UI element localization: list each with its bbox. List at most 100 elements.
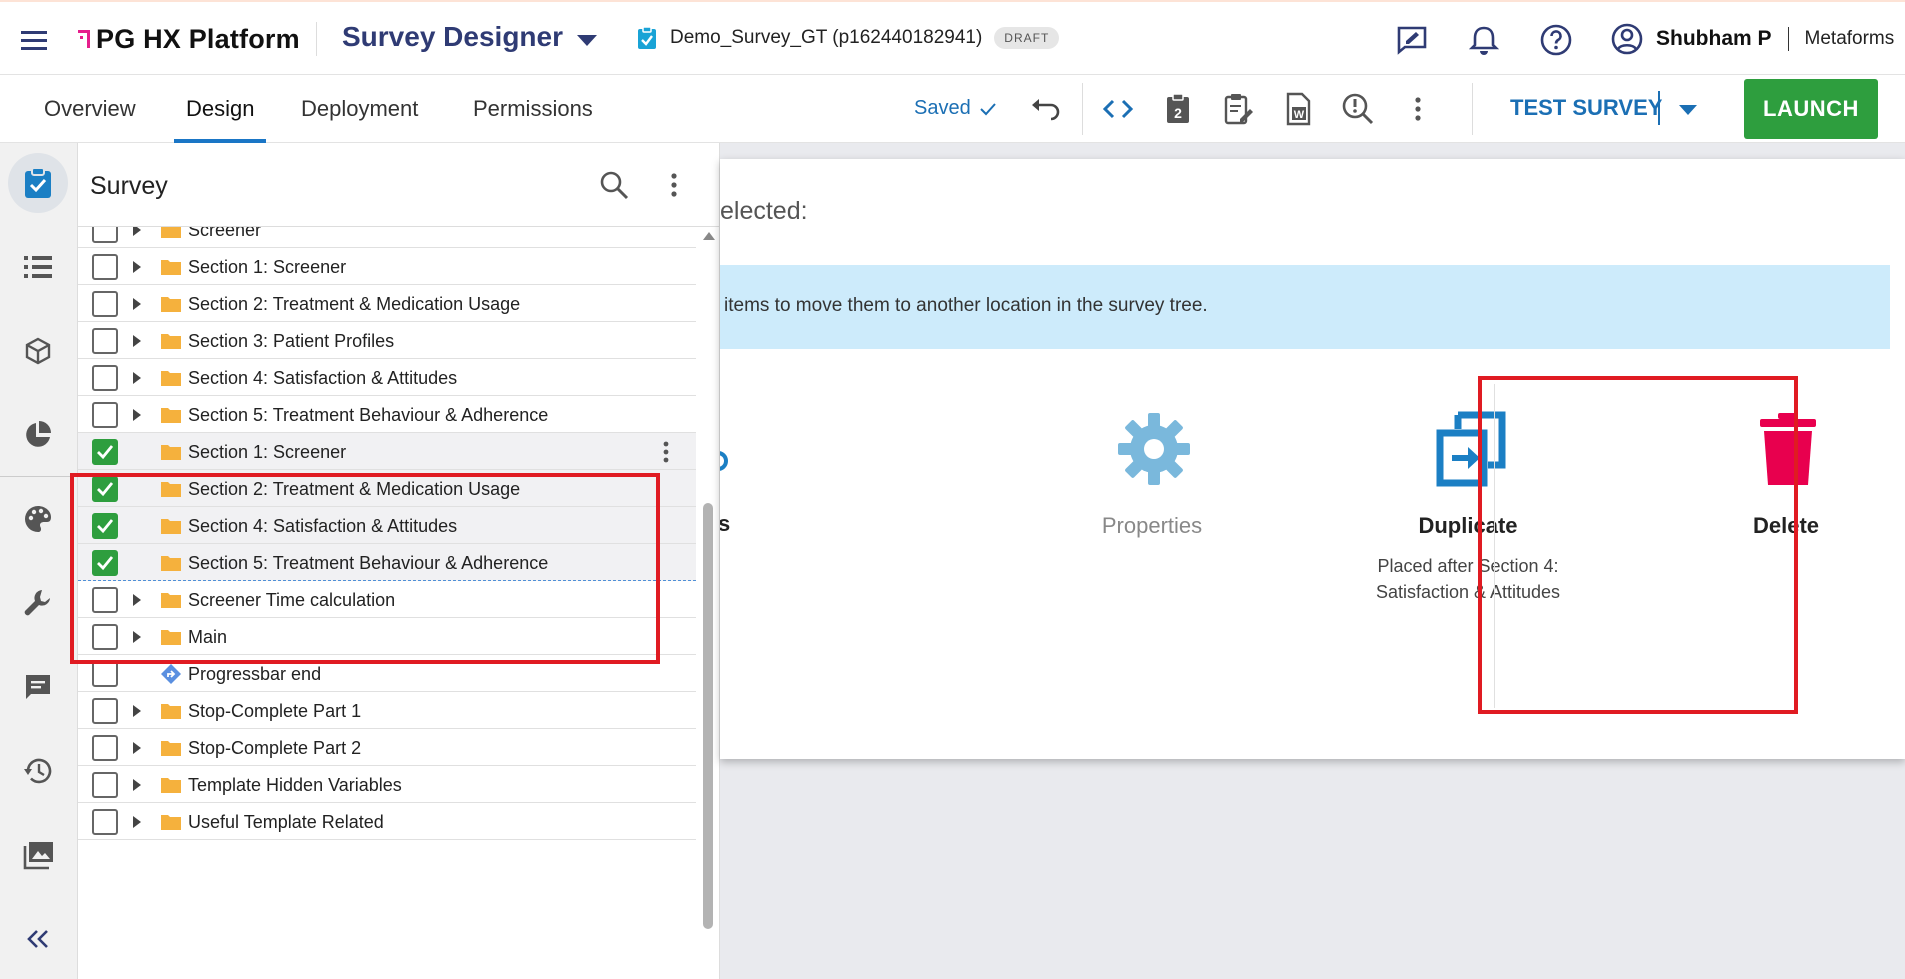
properties-label: Properties: [1101, 513, 1203, 538]
checkbox[interactable]: [92, 327, 118, 354]
folder-icon: [160, 517, 182, 535]
tree-row-label: Screener: [188, 227, 262, 240]
expand-arrow-icon[interactable]: [130, 370, 144, 386]
tree-more-options-icon[interactable]: [656, 167, 692, 203]
tab-deployment[interactable]: Deployment: [301, 75, 418, 143]
expand-arrow-icon[interactable]: [130, 703, 144, 719]
code-view-icon[interactable]: [1100, 91, 1136, 127]
checkbox[interactable]: [92, 586, 118, 613]
collapse-rail-icon[interactable]: [8, 909, 68, 969]
cube-icon[interactable]: [8, 321, 68, 381]
tab-toolbar-row: Overview Design Deployment Permissions S…: [0, 75, 1905, 143]
tree-scrollbar[interactable]: [696, 227, 720, 979]
properties-action[interactable]: Properties: [1002, 379, 1302, 639]
info-banner: items to move them to another location i…: [720, 265, 1890, 349]
app-switcher-chevron-down-icon[interactable]: [574, 32, 600, 48]
checkbox[interactable]: [92, 808, 118, 835]
expand-arrow-icon[interactable]: [130, 407, 144, 423]
checkbox[interactable]: [92, 660, 118, 687]
tree-row[interactable]: Section 1: Screener: [78, 433, 696, 470]
tree-row[interactable]: Screener Time calculation: [78, 581, 696, 618]
more-options-icon[interactable]: [1400, 91, 1436, 127]
word-export-icon[interactable]: W: [1280, 91, 1316, 127]
comments-icon[interactable]: [8, 657, 68, 717]
tree-row[interactable]: Stop-Complete Part 2: [78, 729, 696, 766]
hamburger-menu-icon[interactable]: [18, 24, 50, 56]
survey-tree-icon[interactable]: [8, 153, 68, 213]
expand-arrow-icon[interactable]: [130, 777, 144, 793]
delete-action[interactable]: Delete: [1636, 379, 1905, 639]
checkbox-checked[interactable]: [92, 512, 118, 539]
check-icon: [97, 444, 114, 459]
edit-clipboard-icon[interactable]: [1220, 91, 1256, 127]
tree-row[interactable]: Section 3: Patient Profiles: [78, 322, 696, 359]
media-library-icon[interactable]: [8, 825, 68, 885]
expand-arrow-icon[interactable]: [130, 333, 144, 349]
test-survey-button[interactable]: TEST SURVEY: [1510, 95, 1662, 121]
platform-logo[interactable]: PG HX Platform: [78, 22, 300, 56]
move-action-title[interactable]: s: [720, 511, 730, 537]
scroll-up-arrow-icon[interactable]: [702, 231, 716, 241]
tree-row[interactable]: Section 4: Satisfaction & Attitudes: [78, 507, 696, 544]
tree-row[interactable]: Stop-Complete Part 1: [78, 692, 696, 729]
checkbox[interactable]: [92, 227, 118, 243]
feedback-icon[interactable]: [1394, 22, 1430, 58]
row-more-options-icon[interactable]: [654, 438, 678, 466]
checkbox[interactable]: [92, 401, 118, 428]
checkbox-checked[interactable]: [92, 475, 118, 502]
tab-overview[interactable]: Overview: [44, 75, 136, 143]
expand-arrow-icon[interactable]: [130, 740, 144, 756]
validate-search-icon[interactable]: [1340, 91, 1376, 127]
checkbox[interactable]: [92, 734, 118, 761]
checkbox[interactable]: [92, 697, 118, 724]
checkbox[interactable]: [92, 253, 118, 280]
checkbox[interactable]: [92, 771, 118, 798]
user-menu[interactable]: Shubham P Metaforms: [1610, 22, 1894, 56]
trash-icon: [1760, 413, 1816, 485]
tree-row[interactable]: Section 2: Treatment & Medication Usage: [78, 470, 696, 507]
duplicate-action[interactable]: Duplicate Placed after Section 4: Satisf…: [1318, 379, 1618, 639]
tree-row[interactable]: Useful Template Related: [78, 803, 696, 840]
launch-button[interactable]: LAUNCH: [1744, 79, 1878, 139]
scrollbar-thumb[interactable]: [703, 503, 713, 929]
expand-arrow-icon[interactable]: [130, 592, 144, 608]
expand-arrow-icon[interactable]: [130, 296, 144, 312]
tree-row[interactable]: Screener: [78, 227, 696, 248]
wrench-tools-icon[interactable]: [8, 573, 68, 633]
tree-row[interactable]: Section 5: Treatment Behaviour & Adheren…: [78, 544, 696, 581]
tree-row[interactable]: Section 2: Treatment & Medication Usage: [78, 285, 696, 322]
list-view-icon[interactable]: [8, 237, 68, 297]
folder-icon: [160, 406, 182, 424]
tab-permissions[interactable]: Permissions: [473, 75, 593, 143]
tree-row[interactable]: Section 4: Satisfaction & Attitudes: [78, 359, 696, 396]
checkbox[interactable]: [92, 364, 118, 391]
tree-row-label: Section 5: Treatment Behaviour & Adheren…: [188, 552, 549, 573]
checkbox[interactable]: [92, 290, 118, 317]
checkbox-checked[interactable]: [92, 549, 118, 576]
clipboard-numbered-icon[interactable]: 2: [1160, 91, 1196, 127]
tree-row[interactable]: Template Hidden Variables: [78, 766, 696, 803]
app-name[interactable]: Survey Designer: [342, 21, 563, 53]
expand-arrow-icon[interactable]: [130, 814, 144, 830]
help-icon[interactable]: [1538, 22, 1574, 58]
pie-chart-icon[interactable]: [8, 405, 68, 465]
search-icon[interactable]: [596, 167, 632, 203]
tab-design[interactable]: Design: [173, 75, 268, 143]
survey-chip: Demo_Survey_GT (p162440182941) DRAFT: [636, 26, 1060, 50]
expand-arrow-icon[interactable]: [130, 259, 144, 275]
tree-row[interactable]: Progressbar end: [78, 655, 696, 692]
undo-icon[interactable]: [1028, 91, 1064, 127]
theme-palette-icon[interactable]: [8, 489, 68, 549]
history-icon[interactable]: [8, 741, 68, 801]
bulk-actions-dialog: elected: items to move them to another l…: [720, 159, 1905, 759]
test-survey-chevron-down-icon[interactable]: [1676, 103, 1700, 117]
tree-row[interactable]: Section 5: Treatment Behaviour & Adheren…: [78, 396, 696, 433]
expand-arrow-icon[interactable]: [130, 227, 144, 238]
duplicate-icon: [1436, 411, 1506, 487]
tree-row[interactable]: Section 1: Screener: [78, 248, 696, 285]
tree-row[interactable]: Main: [78, 618, 696, 655]
expand-arrow-icon[interactable]: [130, 629, 144, 645]
checkbox-checked[interactable]: [92, 438, 118, 465]
notifications-bell-icon[interactable]: [1466, 22, 1502, 58]
checkbox[interactable]: [92, 623, 118, 650]
